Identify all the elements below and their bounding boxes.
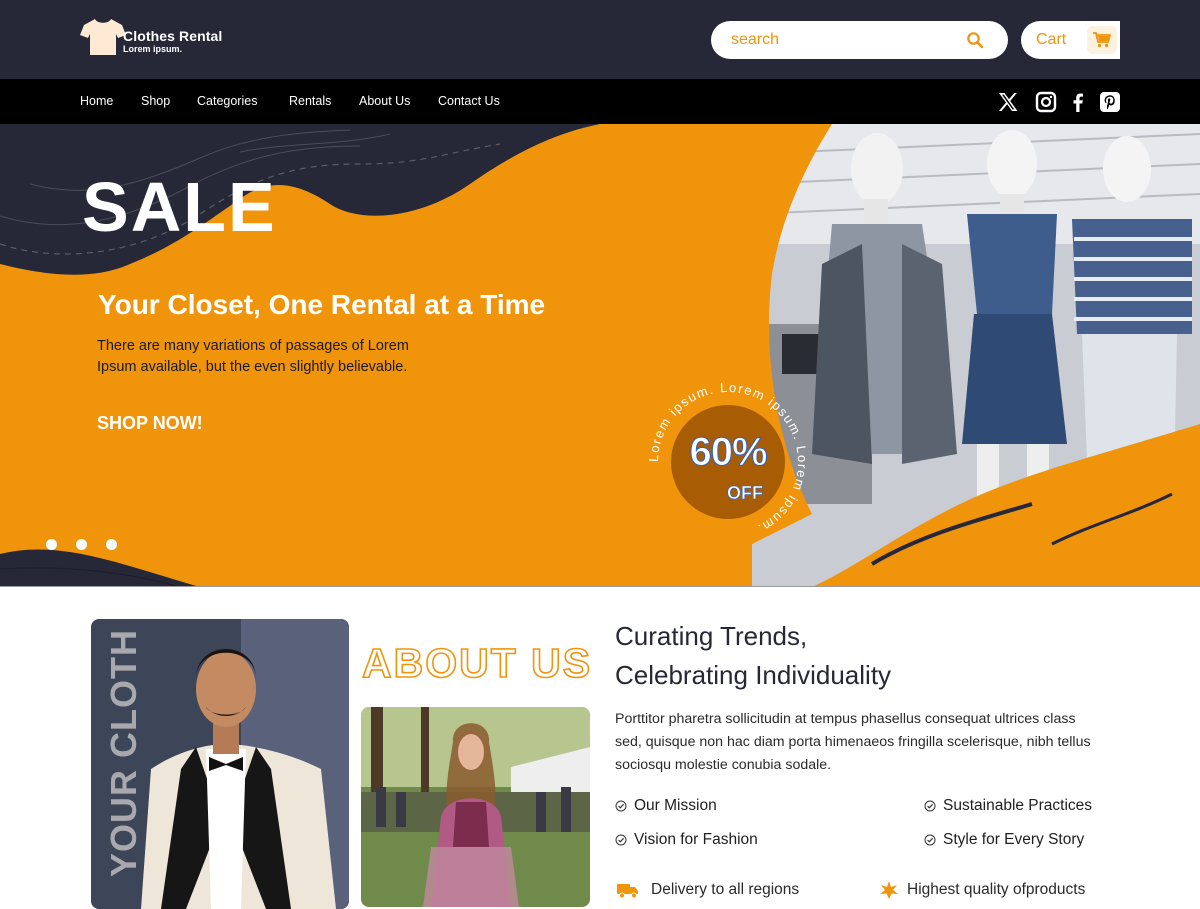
perk-delivery: Delivery to all regions (617, 881, 799, 899)
delivery-truck-icon (617, 884, 638, 899)
woman-at-fair-photo (361, 707, 590, 907)
about-heading: Curating Trends, Celebrating Individuali… (615, 617, 1095, 695)
about-us-title: ABOUT US (361, 640, 593, 686)
feature-label: Sustainable Practices (943, 797, 1093, 814)
badge-percent: 60% (689, 430, 768, 474)
shopping-cart-icon (1093, 32, 1111, 48)
search-bar (711, 21, 1008, 59)
nav-categories[interactable]: Categories (197, 94, 257, 108)
hero-banner: Lorem ipsum. Lorem ipsum. Lorem ipsum. 6… (0, 124, 1200, 587)
check-circle-icon (924, 834, 936, 846)
feature-label: Vision for Fashion (634, 831, 758, 848)
feature-style-for-every-story: Style for Every Story (924, 831, 1084, 849)
about-paragraph: Porttitor pharetra sollicitudin at tempu… (615, 711, 1091, 773)
mannequins-photo (752, 124, 1200, 586)
cart-button[interactable]: Cart (1021, 21, 1120, 59)
perk-label: Delivery to all regions (651, 881, 800, 898)
feature-label: Our Mission (634, 797, 717, 814)
feature-our-mission: Our Mission (615, 797, 717, 815)
vertical-brand-text: YOUR CLOTH (103, 629, 144, 877)
sale-heading: SALE (82, 168, 277, 246)
x-icon[interactable] (997, 91, 1019, 113)
about-heading-line-1: Curating Trends, (615, 621, 808, 651)
nav-rentals[interactable]: Rentals (289, 94, 331, 108)
about-section: YOUR CLOTH ABOUT US Curating Trends, Cel… (0, 587, 1200, 909)
instagram-icon[interactable] (1035, 91, 1057, 113)
about-heading-line-2: Celebrating Individuality (615, 660, 892, 690)
shop-now-button[interactable]: SHOP NOW! (97, 413, 203, 434)
facebook-icon[interactable] (1067, 91, 1089, 113)
search-input[interactable] (731, 29, 951, 51)
logo[interactable]: Clothes Rental Lorem ipsum. (80, 17, 222, 57)
cart-label: Cart (1036, 31, 1067, 48)
nav-shop[interactable]: Shop (141, 94, 170, 108)
pinterest-icon[interactable] (1099, 91, 1121, 113)
badge-off: OFF (727, 483, 764, 503)
hero-title: Your Closet, One Rental at a Time (98, 289, 546, 320)
feature-sustainable-practices: Sustainable Practices (924, 797, 1092, 815)
cart-icon-box (1087, 26, 1117, 54)
tshirt-logo-icon (80, 19, 126, 55)
check-circle-icon (615, 800, 627, 812)
discount-badge: Lorem ipsum. Lorem ipsum. Lorem ipsum. 6… (646, 380, 809, 542)
brand-tagline: Lorem ipsum. (123, 44, 183, 54)
top-header: Clothes Rental Lorem ipsum. Cart (0, 0, 1200, 79)
perk-quality: Highest quality ofproducts (879, 881, 1085, 899)
main-nav: Home Shop Categories Rentals About Us Co… (0, 79, 1200, 124)
hero-description: There are many variations of passages of… (97, 338, 409, 375)
check-circle-icon (615, 834, 627, 846)
star-burst-icon (880, 881, 898, 899)
brand-name: Clothes Rental (123, 28, 223, 44)
check-circle-icon (924, 800, 936, 812)
perk-label: Highest quality ofproducts (907, 881, 1086, 898)
nav-contact-us[interactable]: Contact Us (438, 94, 500, 108)
carousel-dot-2[interactable] (76, 539, 87, 550)
carousel-dot-1[interactable] (46, 539, 57, 550)
nav-about-us[interactable]: About Us (359, 94, 410, 108)
feature-vision-for-fashion: Vision for Fashion (615, 831, 758, 849)
carousel-dot-3[interactable] (106, 539, 117, 550)
carousel-dots (46, 539, 117, 550)
nav-home[interactable]: Home (80, 94, 113, 108)
search-icon[interactable] (966, 31, 984, 49)
feature-label: Style for Every Story (943, 831, 1085, 848)
